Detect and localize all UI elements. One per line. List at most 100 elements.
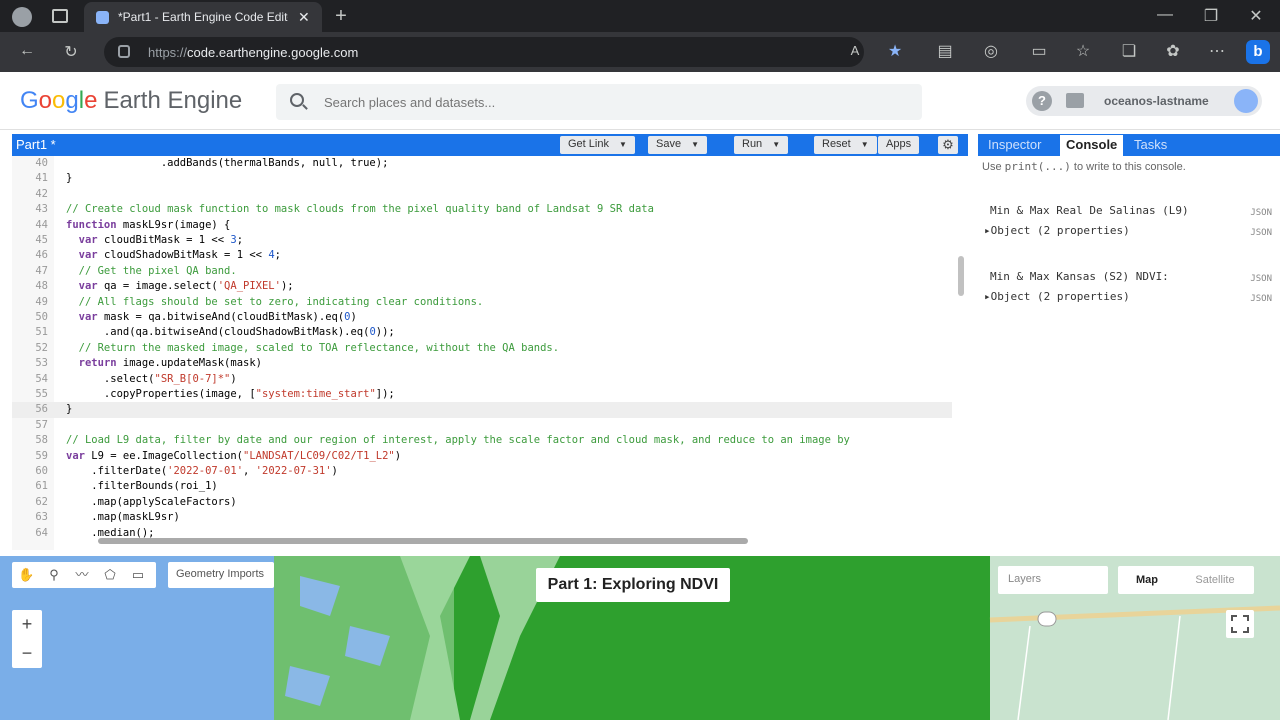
close-tab-icon[interactable]: ✕ — [298, 9, 310, 26]
get-link-button[interactable]: Get Link ▼ — [560, 136, 635, 154]
vertical-scrollbar[interactable] — [958, 256, 964, 296]
map-view[interactable]: ✋ ⚲ 〰 ⬠ ▭ Geometry Imports + − Part 1: E… — [0, 556, 1280, 720]
hand-pan-icon[interactable]: ✋ — [18, 567, 34, 583]
code-text[interactable]: var cloudShadowBitMask = 1 << 4; — [66, 249, 281, 261]
favorites-icon[interactable]: ☆ — [1072, 41, 1094, 61]
code-line[interactable]: 50 var mask = qa.bitwiseAnd(cloudBitMask… — [12, 310, 952, 325]
code-line[interactable]: 57 — [12, 418, 952, 433]
username[interactable]: oceanos-lastname — [1104, 94, 1209, 108]
code-text[interactable]: } — [66, 172, 72, 184]
map-type-satellite-button[interactable]: Satellite — [1176, 566, 1254, 594]
code-text[interactable]: function maskL9sr(image) { — [66, 219, 230, 231]
console-object-toggle[interactable]: ▸Object (2 properties) — [984, 290, 1130, 303]
code-line[interactable]: 51 .and(qa.bitwiseAnd(cloudShadowBitMask… — [12, 325, 952, 340]
code-line[interactable]: 46 var cloudShadowBitMask = 1 << 4; — [12, 248, 952, 263]
code-line[interactable]: 53 return image.updateMask(mask) — [12, 356, 952, 371]
polygon-icon[interactable]: ⬠ — [102, 567, 118, 583]
more-icon[interactable]: ⋯ — [1206, 41, 1228, 61]
code-text[interactable]: .median(); — [66, 527, 154, 539]
browser-tab[interactable]: *Part1 - Earth Engine Code Editor ✕ — [84, 2, 322, 32]
split-screen-icon[interactable]: ▭ — [1028, 41, 1050, 61]
code-text[interactable]: // All flags should be set to zero, indi… — [66, 296, 484, 308]
code-line[interactable]: 47 // Get the pixel QA band. — [12, 264, 952, 279]
tab-actions-icon[interactable] — [52, 9, 68, 23]
code-line[interactable]: 54 .select("SR_B[0-7]*") — [12, 372, 952, 387]
marker-icon[interactable]: ⚲ — [46, 567, 62, 583]
code-text[interactable]: .map(maskL9sr) — [66, 511, 180, 523]
back-icon[interactable]: ← — [16, 42, 38, 60]
script-name-tab[interactable]: Part1 * — [16, 137, 56, 152]
code-line[interactable]: 59 var L9 = ee.ImageCollection("LANDSAT/L… — [12, 449, 952, 464]
code-line[interactable]: 49 // All flags should be set to zero, i… — [12, 295, 952, 310]
code-line[interactable]: 42 — [12, 187, 952, 202]
code-text[interactable]: var L9 = ee.ImageCollection("LANDSAT/LC0… — [66, 450, 401, 462]
code-text[interactable]: // Return the masked image, scaled to TO… — [66, 342, 559, 354]
restore-icon[interactable]: ❐ — [1200, 6, 1222, 26]
tab-inspector[interactable]: Inspector — [988, 137, 1041, 152]
code-text[interactable]: // Create cloud mask function to mask cl… — [66, 203, 654, 215]
code-line[interactable]: 45 var cloudBitMask = 1 << 3; — [12, 233, 952, 248]
rectangle-icon[interactable]: ▭ — [130, 567, 146, 583]
search-box[interactable] — [276, 84, 922, 120]
code-text[interactable]: return image.updateMask(mask) — [66, 357, 262, 369]
favorite-star-icon[interactable]: ★ — [884, 41, 906, 61]
reset-button[interactable]: Reset ▼ — [814, 136, 877, 154]
copilot-icon[interactable]: b — [1246, 40, 1270, 64]
extensions-icon[interactable]: ✿ — [1162, 41, 1184, 61]
code-text[interactable]: .select("SR_B[0-7]*") — [66, 373, 237, 385]
fullscreen-icon[interactable] — [1226, 610, 1254, 638]
reload-icon[interactable]: ↻ — [60, 42, 82, 62]
json-link[interactable]: JSON — [1250, 274, 1272, 284]
close-window-icon[interactable]: ✕ — [1245, 6, 1267, 26]
zoom-in-button[interactable]: + — [12, 610, 42, 639]
feedback-icon[interactable] — [1066, 93, 1084, 108]
code-text[interactable]: .copyProperties(image, ["system:time_sta… — [66, 388, 395, 400]
code-text[interactable]: var mask = qa.bitwiseAnd(cloudBitMask).e… — [66, 311, 357, 323]
minimize-icon[interactable]: — — [1154, 6, 1176, 24]
avatar[interactable] — [1234, 89, 1258, 113]
code-line[interactable]: 48 var qa = image.select('QA_PIXEL'); — [12, 279, 952, 294]
google-earth-engine-logo[interactable]: Google Earth Engine — [20, 87, 242, 115]
search-input[interactable] — [324, 92, 884, 112]
polyline-icon[interactable]: 〰 — [74, 567, 90, 583]
horizontal-scrollbar[interactable] — [98, 538, 748, 544]
layers-button[interactable]: Layers — [998, 566, 1108, 594]
console-object-toggle[interactable]: ▸Object (2 properties) — [984, 224, 1130, 237]
code-editor[interactable]: 40 .addBands(thermalBands, null, true); 4… — [12, 156, 968, 550]
code-line[interactable]: 41} — [12, 171, 952, 186]
code-line[interactable]: 63 .map(maskL9sr) — [12, 510, 952, 525]
code-text[interactable]: .filterBounds(roi_1) — [66, 480, 217, 492]
code-line[interactable]: 56} — [12, 402, 952, 418]
code-text[interactable]: var qa = image.select('QA_PIXEL'); — [66, 280, 294, 292]
code-text[interactable]: .and(qa.bitwiseAnd(cloudShadowBitMask).e… — [66, 326, 395, 338]
collections-icon[interactable]: ❏ — [1118, 41, 1140, 61]
json-link[interactable]: JSON — [1250, 294, 1272, 304]
profile-avatar-icon[interactable] — [12, 7, 32, 27]
json-link[interactable]: JSON — [1250, 208, 1272, 218]
geometry-imports-button[interactable]: Geometry Imports — [168, 562, 274, 588]
shield-icon[interactable]: ◎ — [980, 41, 1002, 61]
new-tab-icon[interactable]: + — [330, 5, 352, 28]
code-line[interactable]: 58 // Load L9 data, filter by date and ou… — [12, 433, 952, 448]
code-line[interactable]: 44 function maskL9sr(image) { — [12, 218, 952, 233]
zoom-out-button[interactable]: − — [12, 639, 42, 668]
address-bar[interactable]: https://code.earthengine.google.com A — [104, 37, 864, 67]
code-text[interactable]: .filterDate('2022-07-01', '2022-07-31') — [66, 465, 338, 477]
help-icon[interactable]: ? — [1032, 91, 1052, 111]
code-text[interactable]: .addBands(thermalBands, null, true); — [66, 157, 389, 169]
run-button[interactable]: Run ▼ — [734, 136, 789, 154]
tab-console[interactable]: Console — [1060, 135, 1124, 156]
code-text[interactable]: // Load L9 data, filter by date and our … — [66, 434, 850, 446]
apps-button[interactable]: Apps — [878, 136, 920, 154]
code-line[interactable]: 62 .map(applyScaleFactors) — [12, 495, 952, 510]
json-link[interactable]: JSON — [1250, 228, 1272, 238]
save-button[interactable]: Save ▼ — [648, 136, 707, 154]
code-line[interactable]: 60 .filterDate('2022-07-01', '2022-07-31… — [12, 464, 952, 479]
code-text[interactable]: var cloudBitMask = 1 << 3; — [66, 234, 243, 246]
code-text[interactable]: .map(applyScaleFactors) — [66, 496, 236, 508]
code-line[interactable]: 43 // Create cloud mask function to mask … — [12, 202, 952, 217]
settings-gear-icon[interactable]: ⚙ — [938, 136, 958, 154]
map-type-map-button[interactable]: Map — [1118, 566, 1176, 594]
code-text[interactable]: // Get the pixel QA band. — [66, 265, 237, 277]
tab-tasks[interactable]: Tasks — [1134, 137, 1167, 152]
